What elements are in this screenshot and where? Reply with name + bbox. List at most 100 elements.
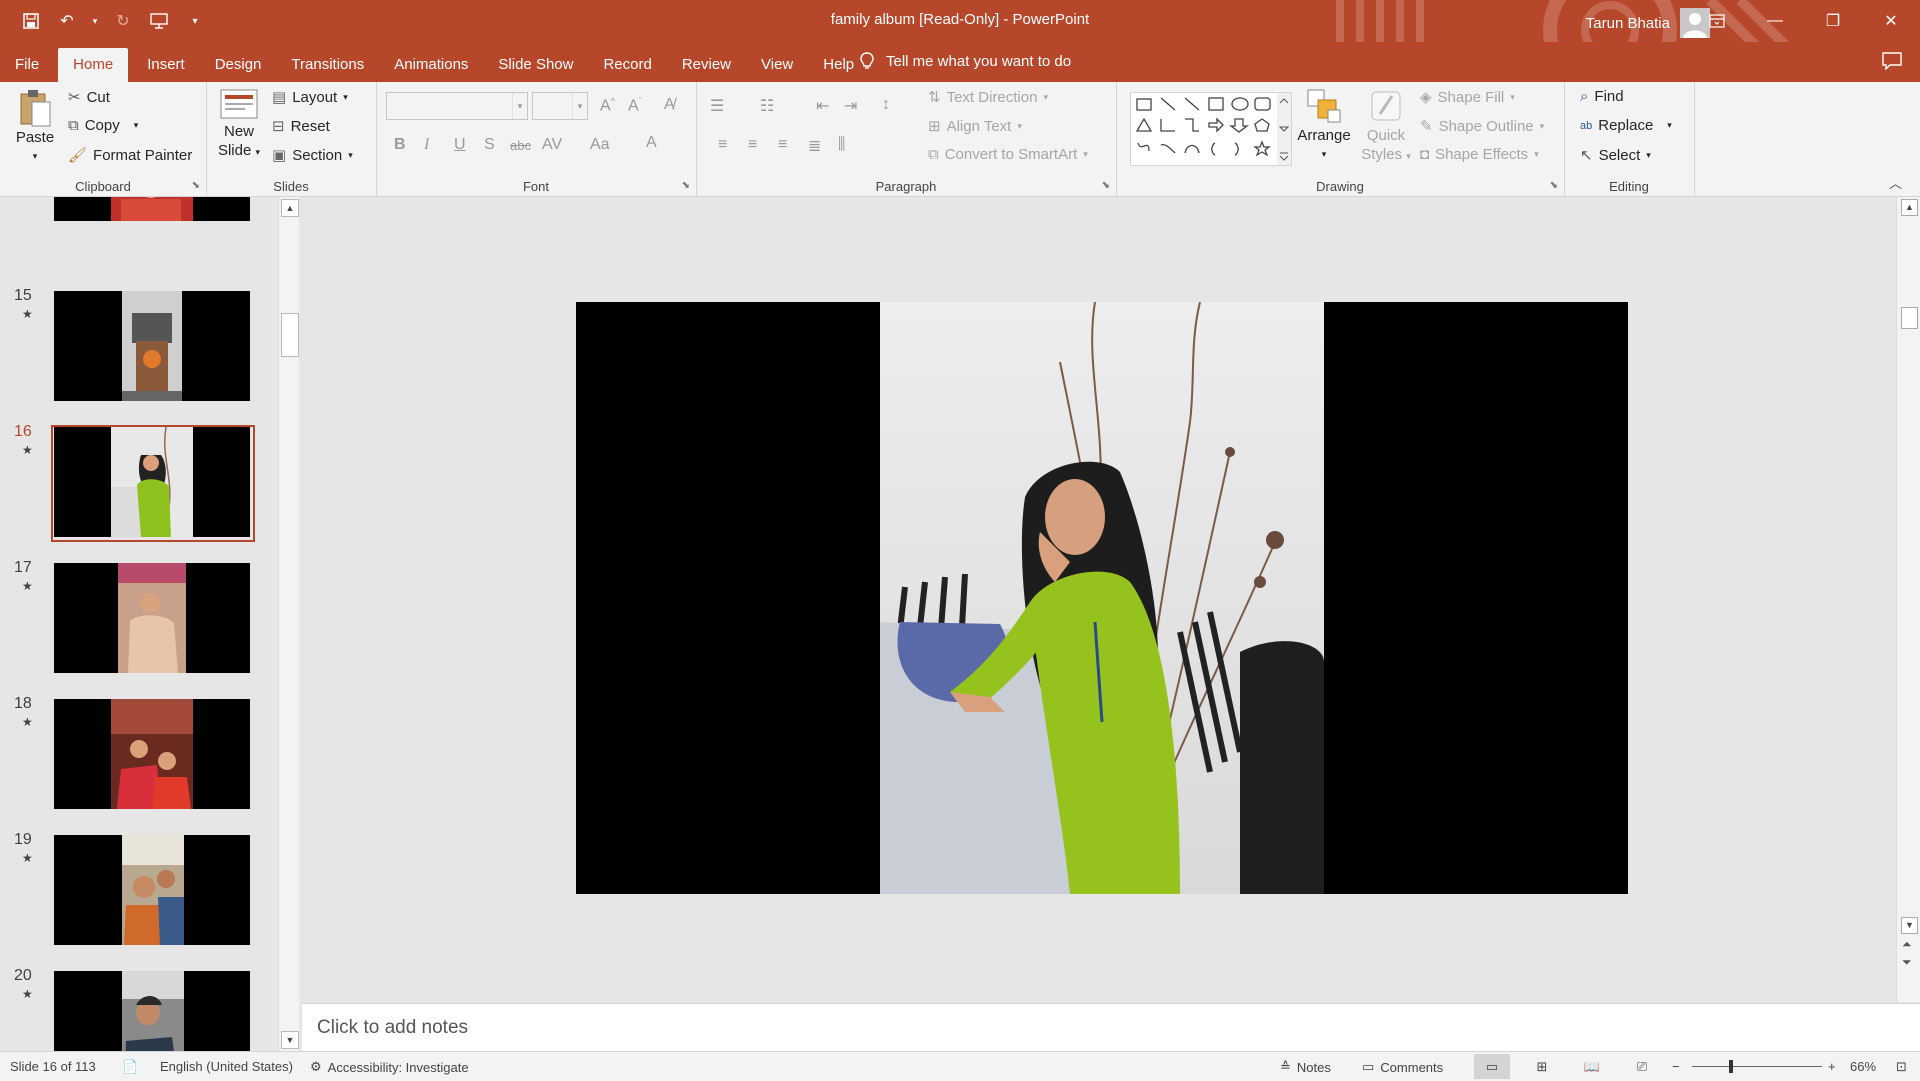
scrollbar-thumb[interactable]: [281, 313, 299, 357]
change-case-button[interactable]: Aa: [590, 136, 610, 154]
clear-formatting-icon[interactable]: A̸: [664, 96, 675, 114]
bullets-icon[interactable]: ☰: [710, 96, 724, 116]
shape-fill-button[interactable]: ◈ Shape Fill ▾: [1420, 88, 1515, 107]
scroll-up-icon[interactable]: ▲: [281, 199, 299, 217]
minimize-icon[interactable]: —: [1746, 0, 1804, 42]
slide-thumbnail-17[interactable]: [54, 563, 250, 673]
shape-outline-button[interactable]: ✎ Shape Outline ▾: [1420, 117, 1544, 136]
clipboard-launcher-icon[interactable]: ⬊: [192, 180, 200, 191]
normal-view-icon[interactable]: ▭: [1474, 1054, 1510, 1079]
comments-toggle-button[interactable]: ▭ Comments: [1362, 1059, 1443, 1075]
character-spacing-icon[interactable]: AV: [542, 136, 562, 154]
reading-view-icon[interactable]: 📖: [1574, 1054, 1610, 1079]
tab-review[interactable]: Review: [667, 48, 746, 82]
scroll-up-icon[interactable]: ▲: [1901, 199, 1918, 216]
find-button[interactable]: ⌕ Find: [1580, 88, 1624, 105]
layout-button[interactable]: ▤ Layout ▾: [272, 88, 348, 107]
quick-styles-button[interactable]: Quick Styles ▾: [1360, 88, 1412, 166]
slide-thumbnail-20[interactable]: [54, 971, 250, 1051]
reset-button[interactable]: ⊟ Reset: [272, 117, 330, 136]
convert-smartart-button[interactable]: ⧉ Convert to SmartArt ▾: [928, 146, 1088, 163]
font-color-icon[interactable]: A: [646, 134, 657, 152]
decrease-indent-icon[interactable]: ⇤: [816, 96, 829, 116]
slide-scrollbar[interactable]: ▲ ▼ ⏶ ⏷: [1896, 197, 1920, 1002]
line-spacing-icon[interactable]: ↕: [882, 96, 890, 114]
numbering-icon[interactable]: ☷: [760, 96, 774, 116]
accessibility-checker[interactable]: ⚙ Accessibility: Investigate: [310, 1059, 469, 1075]
columns-icon[interactable]: ⫼: [838, 136, 845, 154]
justify-icon[interactable]: ≣: [808, 136, 821, 156]
slide-sorter-view-icon[interactable]: ⊞: [1524, 1054, 1560, 1079]
arrange-button[interactable]: Arrange ▾: [1296, 88, 1352, 164]
notes-toggle-button[interactable]: ≙ Notes: [1280, 1059, 1331, 1075]
font-size-combo[interactable]: ▾: [532, 92, 588, 120]
notes-pane[interactable]: Click to add notes: [302, 1003, 1920, 1052]
tab-view[interactable]: View: [746, 48, 808, 82]
drawing-launcher-icon[interactable]: ⬊: [1550, 180, 1558, 191]
zoom-out-icon[interactable]: −: [1672, 1059, 1680, 1074]
paragraph-launcher-icon[interactable]: ⬊: [1102, 180, 1110, 191]
section-button[interactable]: ▣ Section ▾: [272, 146, 353, 165]
tab-insert[interactable]: Insert: [132, 48, 200, 82]
select-button[interactable]: ↖ Select ▾: [1580, 146, 1651, 165]
align-text-button[interactable]: ⊞ Align Text ▾: [928, 117, 1022, 136]
tab-transitions[interactable]: Transitions: [276, 48, 379, 82]
increase-indent-icon[interactable]: ⇥: [844, 96, 857, 116]
italic-button[interactable]: I: [424, 136, 429, 154]
strikethrough-button[interactable]: abc: [510, 138, 531, 153]
text-direction-button[interactable]: ⇅ Text Direction ▾: [928, 88, 1048, 107]
scroll-down-icon[interactable]: ▼: [1901, 917, 1918, 934]
replace-button[interactable]: ab Replace ▾: [1580, 117, 1672, 134]
zoom-slider-thumb[interactable]: [1729, 1060, 1733, 1073]
tell-me-search[interactable]: Tell me what you want to do: [860, 52, 1071, 70]
bold-button[interactable]: B: [394, 136, 406, 154]
ribbon-display-options-icon[interactable]: [1688, 0, 1746, 42]
cut-button[interactable]: ✂ Cut: [68, 88, 110, 107]
shrink-font-icon[interactable]: Aˇ: [628, 96, 642, 115]
tab-design[interactable]: Design: [200, 48, 277, 82]
font-launcher-icon[interactable]: ⬊: [682, 180, 690, 191]
restore-icon[interactable]: ❐: [1804, 0, 1862, 42]
font-name-combo[interactable]: ▾: [386, 92, 528, 120]
slide-thumbnail-pane: 15 ★ 16 ★ 17 ★ 18 ★ 19 ★ 20 ★: [0, 197, 300, 1051]
shape-effects-button[interactable]: ◘ Shape Effects ▾: [1420, 146, 1539, 163]
align-left-icon[interactable]: ≡: [718, 136, 727, 154]
format-painter-button[interactable]: 🖌 Format Painter: [68, 146, 192, 165]
slide-thumbnail-18[interactable]: [54, 699, 250, 809]
zoom-level[interactable]: 66%: [1850, 1059, 1876, 1074]
shapes-gallery[interactable]: [1130, 92, 1292, 166]
collapse-ribbon-icon[interactable]: ︿: [1889, 173, 1902, 192]
slide-photo[interactable]: [880, 302, 1324, 894]
language-indicator[interactable]: English (United States): [160, 1059, 293, 1074]
new-slide-button[interactable]: New Slide ▾: [214, 88, 264, 162]
slide-thumbnail-14[interactable]: [54, 197, 250, 221]
slide-thumbnail-16[interactable]: [54, 427, 250, 537]
previous-slide-icon[interactable]: ⏶: [1902, 937, 1912, 952]
grow-font-icon[interactable]: A^: [600, 96, 615, 115]
text-shadow-button[interactable]: S: [484, 136, 495, 154]
align-center-icon[interactable]: ≡: [748, 136, 757, 154]
zoom-in-icon[interactable]: +: [1828, 1059, 1836, 1074]
spelling-check-icon[interactable]: 📄: [122, 1059, 138, 1075]
underline-button[interactable]: U: [454, 136, 466, 154]
tab-file[interactable]: File: [0, 48, 54, 82]
tab-record[interactable]: Record: [588, 48, 666, 82]
next-slide-icon[interactable]: ⏷: [1902, 955, 1912, 970]
close-icon[interactable]: ✕: [1862, 0, 1920, 42]
comments-icon[interactable]: [1882, 52, 1902, 75]
slide-show-view-icon[interactable]: ⎚: [1624, 1054, 1660, 1079]
scroll-down-icon[interactable]: ▼: [281, 1031, 299, 1049]
thumbnail-scrollbar[interactable]: ▲ ▼: [278, 197, 299, 1051]
zoom-slider[interactable]: [1692, 1066, 1822, 1067]
slide-thumbnail-15[interactable]: [54, 291, 250, 401]
tab-home[interactable]: Home: [58, 48, 129, 82]
align-right-icon[interactable]: ≡: [778, 136, 787, 154]
slide-thumbnail-19[interactable]: [54, 835, 250, 945]
copy-button[interactable]: ⧉ Copy ▾: [68, 117, 138, 134]
current-slide-canvas[interactable]: [576, 302, 1628, 894]
tab-slide-show[interactable]: Slide Show: [483, 48, 588, 82]
fit-slide-icon[interactable]: ⊡: [1896, 1059, 1907, 1075]
scrollbar-thumb[interactable]: [1901, 307, 1918, 329]
tab-animations[interactable]: Animations: [379, 48, 483, 82]
paste-button[interactable]: Paste ▾: [12, 88, 58, 166]
